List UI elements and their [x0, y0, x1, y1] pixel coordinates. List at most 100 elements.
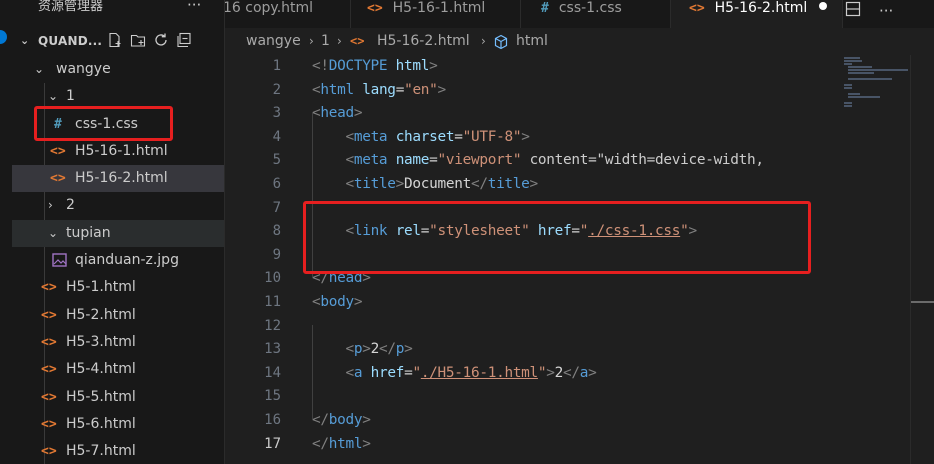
editor-actions: ··· — [845, 0, 893, 22]
html-file-icon: <> — [41, 307, 57, 323]
line-number: 15 — [264, 388, 281, 405]
code-line[interactable]: <!DOCTYPE html> — [312, 55, 438, 79]
breadcrumb-item[interactable]: 1 — [321, 28, 330, 55]
tab-h5-16-2[interactable]: <> H5-16-2.html — [671, 0, 843, 28]
css-file-icon: # — [54, 116, 62, 132]
new-file-icon[interactable] — [106, 31, 123, 48]
indent-guide — [312, 112, 313, 277]
chevron-right-icon: › — [337, 34, 342, 48]
code-line[interactable]: </html> — [312, 433, 371, 457]
tree-item-folder-1[interactable]: ⌄ 1 — [12, 83, 224, 110]
collapse-all-icon[interactable] — [175, 31, 192, 48]
html-file-icon: <> — [41, 389, 57, 405]
more-actions-button[interactable]: ··· — [187, 0, 201, 14]
line-number: 3 — [272, 105, 281, 122]
line-number: 10 — [264, 270, 281, 287]
code-line[interactable]: <p>2</p> — [312, 338, 412, 362]
split-editor-icon[interactable] — [845, 1, 861, 21]
code-line[interactable]: <body> — [312, 291, 363, 315]
chevron-right-icon: › — [481, 34, 486, 48]
code-line[interactable]: <link rel="stylesheet" href="./css-1.css… — [312, 220, 697, 244]
tree-item-label: H5-6.html — [66, 415, 136, 432]
tree-item-label: H5-16-1.html — [75, 142, 168, 159]
explorer-header: 资源管理器 ··· — [12, 0, 224, 28]
breadcrumb-item[interactable]: H5-16-2.html — [377, 28, 470, 55]
line-number: 6 — [272, 176, 281, 192]
line-number: 7 — [272, 199, 281, 216]
tree-item-label: H5-16-2.html — [75, 170, 168, 187]
tab-label: H5-16-1.html — [392, 0, 486, 16]
line-number: 16 — [264, 412, 281, 428]
tab-label: H5-16-2.html — [714, 0, 808, 16]
line-number: 11 — [264, 294, 281, 310]
image-file-icon — [52, 253, 67, 271]
unsaved-dot-icon[interactable] — [819, 2, 828, 10]
breadcrumb-item[interactable]: wangye — [246, 28, 301, 55]
tree-item-wangye[interactable]: ⌄ wangye — [12, 56, 224, 83]
css-file-icon: # — [541, 1, 549, 16]
tab-css-1[interactable]: # css-1.css — [521, 0, 671, 28]
chevron-down-icon: ⌄ — [20, 34, 30, 47]
code-line[interactable]: <title>Document</title> — [312, 173, 538, 197]
html-file-icon: <> — [689, 1, 705, 16]
tree-item-label: 2 — [66, 197, 75, 214]
tab-label: 16 copy.html — [225, 0, 314, 16]
tree-item-h5-6[interactable]: <> H5-6.html — [12, 411, 224, 438]
html-file-icon: <> — [41, 416, 57, 432]
tree-item-label: H5-1.html — [66, 279, 136, 296]
html-file-icon: <> — [41, 362, 57, 378]
tree-item-h5-2[interactable]: <> H5-2.html — [12, 302, 224, 329]
tree-item-tupian[interactable]: ⌄ tupian — [12, 219, 224, 248]
refresh-icon[interactable] — [152, 31, 169, 48]
tree-item-h5-3[interactable]: <> H5-3.html — [12, 329, 224, 356]
element-symbol-icon — [493, 34, 509, 53]
html-file-icon: <> — [350, 34, 365, 48]
tree-item-css-1[interactable]: # css-1.css — [12, 111, 224, 138]
vertical-scrollbar[interactable] — [910, 55, 934, 464]
html-file-icon: <> — [50, 171, 66, 187]
tree-item-label: wangye — [56, 61, 111, 77]
breadcrumb-item[interactable]: html — [516, 28, 548, 55]
tree-item-qianduan-z[interactable]: qianduan-z.jpg — [12, 247, 224, 274]
code-line[interactable]: <meta charset="UTF-8"> — [312, 126, 529, 150]
tree-item-h5-7[interactable]: <> H5-7.html — [12, 438, 224, 464]
explorer-sidebar: 资源管理器 ··· ⌄ QUAND... ⌄ wangye ⌄ 1 # css-… — [12, 0, 224, 464]
code-line[interactable]: <a href="./H5-16-1.html">2</a> — [312, 362, 596, 386]
indent-guide — [312, 325, 313, 419]
workspace-name: QUAND... — [38, 34, 103, 48]
line-number: 1 — [272, 58, 281, 74]
tree-item-h5-16-1[interactable]: <> H5-16-1.html — [12, 138, 224, 165]
chevron-right-icon: › — [48, 198, 53, 213]
activity-bar — [0, 0, 12, 464]
activity-indicator — [0, 30, 7, 44]
new-folder-icon[interactable] — [129, 31, 146, 48]
code-line[interactable]: <head> — [312, 102, 363, 126]
tree-item-h5-1[interactable]: <> H5-1.html — [12, 274, 224, 301]
code-editor[interactable]: 1 2 3 4 5 6 7 8 9 10 11 12 13 14 15 16 17 <!DOCTYPE html… — [225, 55, 934, 464]
code-line[interactable]: <html lang="en"> — [312, 79, 446, 103]
code-line[interactable]: </head> — [312, 267, 371, 291]
tree-item-h5-5[interactable]: <> H5-5.html — [12, 384, 224, 411]
tree-item-folder-2[interactable]: › 2 — [12, 192, 224, 219]
html-file-icon: <> — [367, 1, 383, 16]
tree-item-label: H5-5.html — [66, 388, 136, 405]
tab-h5-16-1[interactable]: <> H5-16-1.html — [351, 0, 521, 28]
minimap[interactable] — [840, 55, 910, 464]
tab-label: css-1.css — [558, 0, 622, 16]
tree-item-h5-4[interactable]: <> H5-4.html — [12, 356, 224, 383]
html-file-icon: <> — [50, 143, 66, 159]
line-number: 4 — [272, 128, 281, 145]
more-icon[interactable]: ··· — [879, 2, 893, 20]
chevron-down-icon: ⌄ — [34, 62, 45, 76]
tree-item-label: H5-2.html — [66, 306, 136, 323]
code-line[interactable]: <meta name="viewport" content="width=dev… — [312, 149, 764, 173]
line-number: 5 — [272, 152, 281, 169]
tree-item-h5-16-2[interactable]: <> H5-16-2.html — [12, 165, 224, 193]
tree-item-label: tupian — [66, 224, 111, 241]
workspace-root[interactable]: ⌄ QUAND... — [12, 28, 224, 56]
line-number: 9 — [272, 246, 281, 263]
code-line[interactable]: </body> — [312, 409, 371, 433]
line-number: 14 — [264, 364, 281, 381]
explorer-actions — [106, 31, 192, 48]
tab-16-copy[interactable]: 16 copy.html — [225, 0, 351, 28]
